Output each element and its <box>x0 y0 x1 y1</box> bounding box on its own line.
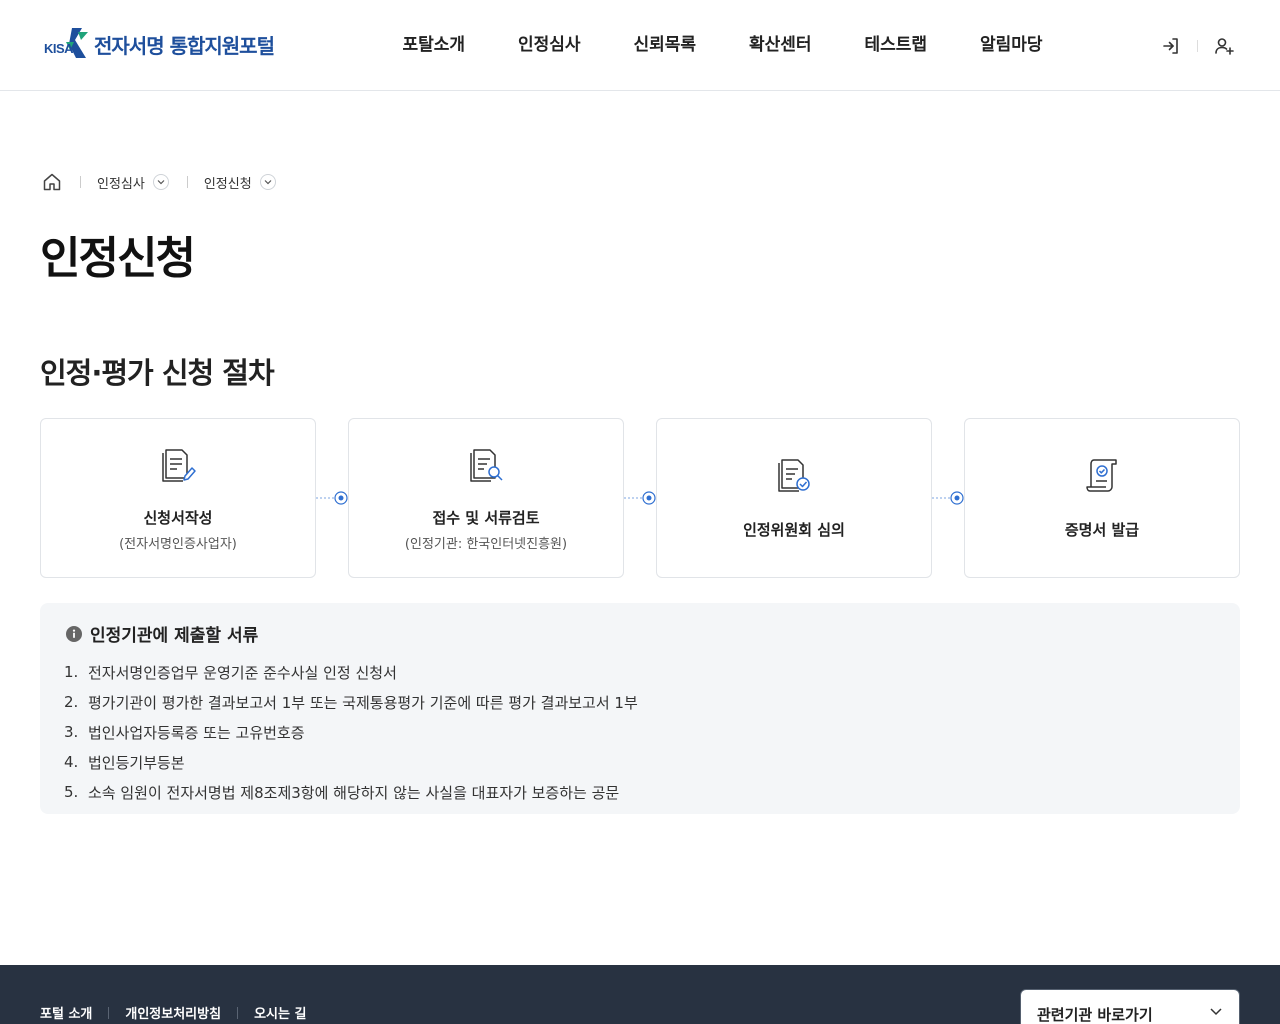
breadcrumb-label: 인정신청 <box>203 176 252 192</box>
footer-link-portal-intro[interactable]: 포털 소개 <box>40 1003 92 1022</box>
chevron-down-icon <box>259 174 276 190</box>
header-utility <box>1159 34 1236 58</box>
required-documents-list: 1. 전자서명인증업무 운영기준 준수사실 인정 신청서 2. 평가기관이 평가한 … <box>64 657 638 807</box>
step-card-application: 신청서작성 (전자서명인증사업자) <box>40 418 316 578</box>
footer-divider <box>108 1006 110 1019</box>
nav-notice[interactable]: 알림마당 <box>954 30 1070 55</box>
kisa-logo-mark: KISA <box>42 26 92 62</box>
step-card-review: 접수 및 서류검토 (인정기관: 한국인터넷진흥원) <box>348 418 624 578</box>
nav-accreditation-review[interactable]: 인정심사 <box>492 30 608 55</box>
main-nav: 포탈소개 인정심사 신뢰목록 확산센터 테스트랩 알림마당 <box>376 30 1069 55</box>
info-icon <box>66 625 82 642</box>
page-title: 인정신청 <box>40 233 196 284</box>
nav-portal-intro[interactable]: 포탈소개 <box>376 30 492 55</box>
procedure-steps: 신청서작성 (전자서명인증사업자) 접수 및 서류검토 (인정기관: 한국인터넷… <box>40 418 1240 578</box>
step-title: 증명서 발급 <box>1064 521 1140 539</box>
breadcrumb-divider <box>80 176 81 188</box>
required-documents-title: 인정기관에 제출할 서류 <box>66 621 258 646</box>
nav-trust-list[interactable]: 신뢰목록 <box>607 30 723 55</box>
nav-test-lab[interactable]: 테스트랩 <box>838 30 954 55</box>
user-add-icon <box>1215 38 1234 55</box>
related-sites-label: 관련기관 바로가기 <box>1037 1006 1153 1024</box>
footer-links: 포털 소개 개인정보처리방침 오시는 길 <box>40 1003 306 1022</box>
list-item: 1. 전자서명인증업무 운영기준 준수사실 인정 신청서 <box>64 663 397 682</box>
chevron-down-icon <box>152 174 169 190</box>
breadcrumb: 인정심사 인정신청 <box>42 170 276 194</box>
certificate-icon <box>1086 459 1117 492</box>
breadcrumb-divider <box>186 176 188 188</box>
step-connector <box>316 491 348 505</box>
breadcrumb-item-review[interactable]: 인정심사 <box>97 173 169 192</box>
signup-button[interactable] <box>1212 34 1236 58</box>
document-check-icon <box>778 459 810 492</box>
breadcrumb-home[interactable] <box>42 172 62 192</box>
login-icon <box>1163 38 1178 54</box>
step-title: 인정위원회 심의 <box>743 521 845 539</box>
step-title: 신청서작성 <box>143 509 213 527</box>
breadcrumb-label: 인정심사 <box>97 176 145 192</box>
document-search-icon <box>470 449 503 482</box>
logo-kisa-text: KISA <box>44 41 74 56</box>
footer-link-directions[interactable]: 오시는 길 <box>254 1003 306 1022</box>
logo-title: 전자서명 통합지원포털 <box>94 33 275 58</box>
list-item: 3. 법인사업자등록증 또는 고유번호증 <box>64 723 305 742</box>
breadcrumb-item-apply[interactable]: 인정신청 <box>204 173 276 192</box>
section-title: 인정·평가 신청 절차 <box>40 356 275 390</box>
info-title-text: 인정기관에 제출할 서류 <box>90 626 259 646</box>
site-footer: 포털 소개 개인정보처리방침 오시는 길 관련기관 바로가기 <box>0 965 1280 1024</box>
footer-link-privacy-policy[interactable]: 개인정보처리방침 <box>125 1003 221 1022</box>
utility-divider <box>1197 40 1198 52</box>
step-title: 접수 및 서류검토 <box>432 509 540 527</box>
site-header: KISA 전자서명 통합지원포털 포탈소개 인정심사 신뢰목록 확산센터 테스트… <box>0 0 1280 91</box>
chevron-down-icon <box>1210 1008 1222 1016</box>
site-logo[interactable]: KISA 전자서명 통합지원포털 <box>42 26 275 62</box>
step-card-certificate: 증명서 발급 <box>964 418 1240 578</box>
required-documents-box: 인정기관에 제출할 서류 1. 전자서명인증업무 운영기준 준수사실 인정 신청서… <box>40 603 1240 814</box>
list-item: 5. 소속 임원이 전자서명법 제8조제3항에 해당하지 않는 사실을 대표자가 … <box>64 783 620 802</box>
nav-promotion-center[interactable]: 확산센터 <box>723 30 839 55</box>
document-edit-icon <box>162 449 196 482</box>
home-icon <box>43 173 61 191</box>
step-subtitle: (전자서명인증사업자) <box>119 537 237 552</box>
step-card-committee: 인정위원회 심의 <box>656 418 932 578</box>
related-sites-select[interactable]: 관련기관 바로가기 <box>1020 989 1240 1024</box>
footer-divider <box>237 1006 239 1019</box>
step-connector <box>932 491 964 505</box>
step-subtitle: (인정기관: 한국인터넷진흥원) <box>404 537 568 552</box>
step-connector <box>624 491 656 505</box>
list-item: 4. 법인등기부등본 <box>64 753 185 772</box>
list-item: 2. 평가기관이 평가한 결과보고서 1부 또는 국제통용평가 기준에 따른 평가… <box>64 693 638 712</box>
login-button[interactable] <box>1159 34 1183 58</box>
